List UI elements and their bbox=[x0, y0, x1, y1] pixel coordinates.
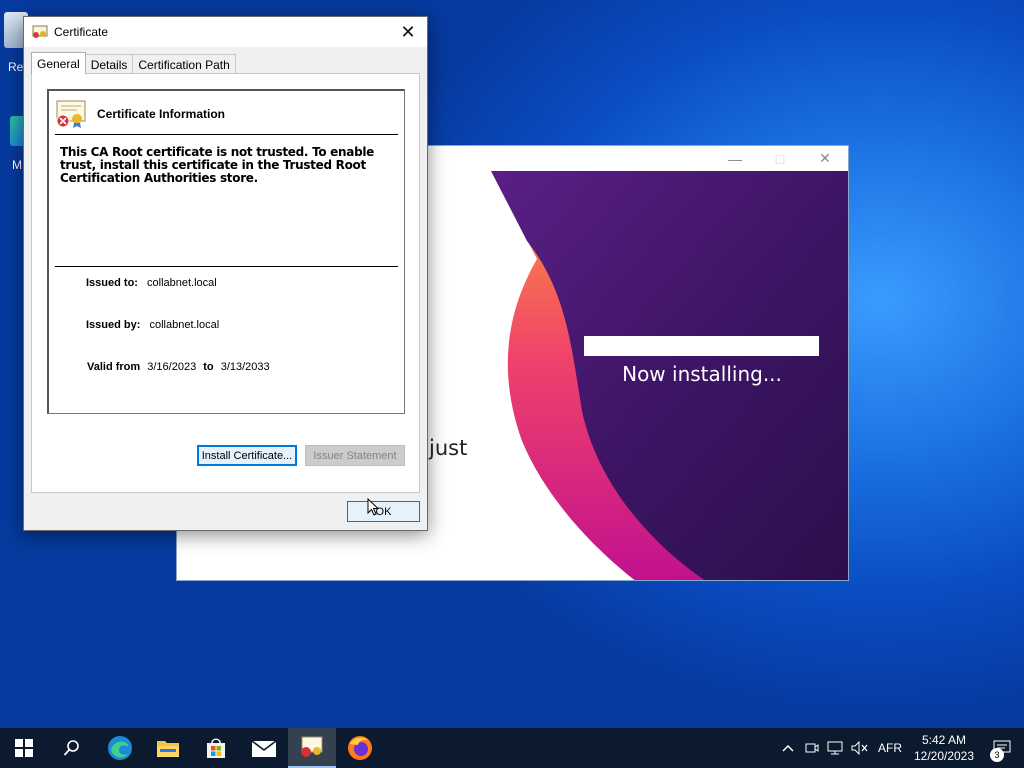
general-tab-panel: Certificate Information This CA Root cer… bbox=[31, 73, 420, 493]
desktop-icon-label: M bbox=[12, 158, 22, 172]
valid-from-label: Valid from bbox=[87, 361, 141, 373]
close-icon[interactable]: ✕ bbox=[389, 17, 427, 47]
close-button[interactable]: ✕ bbox=[802, 146, 848, 171]
install-status-text: Now installing... bbox=[622, 362, 782, 386]
tray-volume[interactable] bbox=[848, 728, 872, 768]
valid-from-value: 3/16/2023 bbox=[147, 361, 197, 373]
search-icon bbox=[63, 740, 79, 756]
tray-network[interactable] bbox=[824, 728, 848, 768]
action-center-button[interactable]: 3 bbox=[980, 728, 1024, 768]
certificate-dialog: Certificate ✕ General Details Certificat… bbox=[23, 16, 428, 531]
info-header: Certificate Information bbox=[55, 100, 225, 128]
firefox-icon bbox=[348, 736, 372, 760]
desktop-icon-label: Re bbox=[8, 60, 24, 74]
tab-strip: General Details Certification Path bbox=[31, 52, 236, 74]
dialog-titlebar: Certificate ✕ bbox=[24, 17, 427, 47]
ok-button[interactable]: OK bbox=[347, 501, 420, 522]
mail-icon bbox=[251, 740, 277, 757]
installer-background-text: just bbox=[429, 436, 468, 460]
certificate-icon bbox=[32, 25, 48, 38]
network-icon bbox=[827, 741, 843, 755]
start-button[interactable] bbox=[0, 728, 48, 768]
windows-logo-icon bbox=[15, 739, 33, 757]
chevron-up-icon bbox=[782, 744, 794, 752]
clock-time: 5:42 AM bbox=[921, 733, 967, 747]
issuer-statement-button[interactable]: Issuer Statement bbox=[305, 445, 405, 466]
issued-by-value: collabnet.local bbox=[149, 319, 220, 331]
taskbar-store[interactable] bbox=[192, 728, 240, 768]
tab-general[interactable]: General bbox=[31, 52, 86, 74]
issued-to-label: Issued to: bbox=[86, 277, 138, 289]
system-tray: AFR 5:42 AM 12/20/2023 3 bbox=[776, 728, 1024, 768]
valid-to-value: 3/13/2033 bbox=[220, 361, 270, 373]
install-certificate-button[interactable]: Install Certificate... bbox=[197, 445, 297, 466]
taskbar-mail[interactable] bbox=[240, 728, 288, 768]
clock[interactable]: 5:42 AM 12/20/2023 bbox=[908, 732, 980, 764]
validity-row: Valid from 3/16/2023 to 3/13/2033 bbox=[87, 361, 270, 373]
tab-details[interactable]: Details bbox=[84, 54, 134, 74]
divider bbox=[55, 134, 398, 135]
taskbar-firefox[interactable] bbox=[336, 728, 384, 768]
notification-count-badge: 3 bbox=[990, 748, 1004, 762]
taskbar: AFR 5:42 AM 12/20/2023 3 bbox=[0, 728, 1024, 768]
trust-warning-text: This CA Root certificate is not trusted.… bbox=[60, 145, 375, 185]
tab-certification-path[interactable]: Certification Path bbox=[132, 54, 236, 74]
search-button[interactable] bbox=[48, 728, 96, 768]
certificate-error-icon bbox=[56, 100, 86, 128]
input-language-button[interactable]: AFR bbox=[872, 728, 908, 768]
info-title: Certificate Information bbox=[97, 107, 226, 121]
certificate-taskbar-icon bbox=[301, 736, 323, 757]
issued-by-label: Issued by: bbox=[86, 319, 141, 331]
issued-by-row: Issued by: collabnet.local bbox=[86, 319, 219, 331]
install-progress-bar bbox=[584, 336, 819, 356]
show-hidden-icons-button[interactable] bbox=[776, 728, 800, 768]
maximize-button[interactable]: □ bbox=[757, 146, 803, 171]
minimize-button[interactable]: — bbox=[712, 146, 758, 171]
tray-meet-now[interactable] bbox=[800, 728, 824, 768]
webcam-icon bbox=[805, 743, 819, 753]
dialog-title: Certificate bbox=[54, 25, 109, 39]
certificate-info-box: Certificate Information This CA Root cer… bbox=[47, 89, 405, 414]
folder-icon bbox=[157, 741, 179, 757]
valid-to-label: to bbox=[203, 361, 214, 373]
edge-icon bbox=[108, 736, 132, 760]
clock-date: 12/20/2023 bbox=[913, 749, 975, 763]
volume-muted-icon bbox=[851, 741, 868, 755]
taskbar-edge[interactable] bbox=[96, 728, 144, 768]
issued-to-value: collabnet.local bbox=[147, 277, 217, 289]
divider bbox=[55, 266, 398, 267]
issued-to-row: Issued to: collabnet.local bbox=[86, 277, 217, 289]
store-icon bbox=[207, 738, 225, 758]
taskbar-file-explorer[interactable] bbox=[144, 728, 192, 768]
taskbar-certificate[interactable] bbox=[288, 728, 336, 768]
mouse-cursor-icon bbox=[367, 498, 379, 516]
